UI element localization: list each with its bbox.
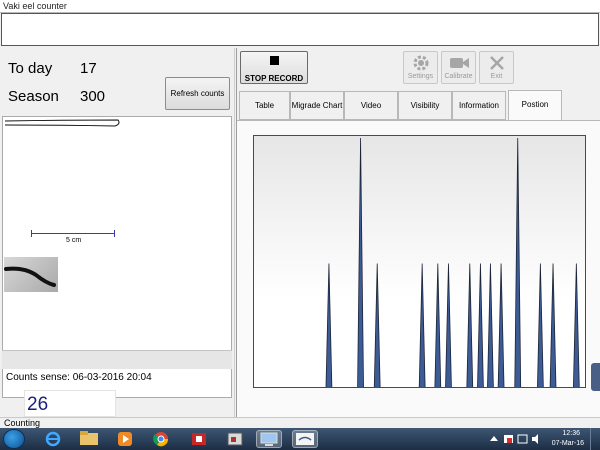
stop-record-label: STOP RECORD — [244, 74, 304, 83]
position-chart — [325, 137, 580, 387]
tab-postion[interactable]: Postion — [508, 90, 562, 121]
gear-icon — [413, 55, 428, 71]
chart-bar — [466, 263, 474, 387]
vaki-app-icon[interactable] — [292, 430, 318, 448]
window-title: Vaki eel counter — [0, 0, 600, 13]
eel-silhouette — [4, 119, 120, 127]
season-label: Season — [8, 88, 59, 105]
scale-bar-tick — [114, 230, 115, 237]
panel-divider — [2, 350, 232, 369]
scale-label: 5 cm — [66, 237, 82, 244]
network-app-icon[interactable] — [256, 430, 282, 448]
chart-bar — [497, 263, 505, 387]
red-app-icon[interactable] — [186, 430, 212, 448]
eel-thumbnail — [4, 257, 58, 292]
show-desktop-button[interactable] — [590, 428, 600, 450]
scale-bar-tick — [31, 230, 32, 237]
calibrate-label: Calibrate — [444, 73, 473, 80]
counts-sense-text: Counts sense: 06-03-2016 20:04 — [6, 372, 152, 383]
left-panel: To day 17 Season 300 Refresh counts 5 cm… — [0, 48, 235, 417]
right-panel: STOP RECORD Settings Calibrate Exit Tabl… — [236, 48, 600, 417]
internet-explorer-icon[interactable] — [40, 430, 66, 448]
chart-bar — [357, 137, 364, 387]
stop-icon — [269, 56, 279, 65]
tab-information[interactable]: Information — [452, 91, 506, 120]
refresh-counts-button[interactable]: Refresh counts — [165, 77, 230, 110]
settings-label: Settings — [407, 73, 434, 80]
settings-button[interactable]: Settings — [403, 51, 438, 84]
chart-bar — [445, 263, 452, 387]
chart-bar — [373, 263, 381, 387]
chart-bar — [537, 263, 544, 387]
today-label: To day — [8, 60, 53, 77]
tab-table[interactable]: Table — [239, 91, 290, 120]
current-count: 26 — [24, 390, 116, 417]
system-tray: 12:36 07-Mar-16 — [480, 428, 600, 450]
today-value: 17 — [80, 60, 97, 77]
tab-video[interactable]: Video — [344, 91, 398, 120]
clock-time: 12:36 — [562, 430, 580, 437]
file-explorer-icon[interactable] — [76, 430, 102, 448]
position-chart-plot — [253, 135, 586, 388]
start-button[interactable] — [3, 429, 25, 449]
scale-bar — [31, 233, 115, 234]
camera-icon — [449, 58, 469, 68]
chart-bar — [514, 137, 522, 387]
position-chart-area — [237, 120, 600, 417]
chart-bar — [418, 263, 426, 387]
window-app-icon[interactable] — [222, 430, 248, 448]
exit-label: Exit — [490, 73, 503, 80]
season-value: 300 — [80, 88, 106, 105]
chart-bar — [572, 263, 580, 387]
side-scroll-handle[interactable] — [591, 363, 600, 391]
chart-bar — [434, 263, 442, 387]
tray-icons[interactable] — [486, 428, 546, 450]
chart-bar — [487, 263, 494, 387]
tab-migrade-chart[interactable]: Migrade Chart — [290, 91, 344, 120]
media-player-icon[interactable] — [112, 430, 138, 448]
chrome-icon[interactable] — [148, 430, 174, 448]
windows-taskbar: 12:36 07-Mar-16 — [0, 428, 600, 450]
chart-bar — [325, 263, 333, 387]
tab-visibility[interactable]: Visibility — [398, 91, 452, 120]
eel-thumbnail-shape — [4, 266, 56, 287]
clock-date: 07-Mar-16 — [551, 440, 584, 447]
calibrate-button[interactable]: Calibrate — [441, 51, 476, 84]
top-toolbar-area — [1, 13, 599, 46]
chart-bar — [477, 263, 484, 387]
stop-record-button[interactable]: STOP RECORD — [240, 51, 308, 84]
exit-button[interactable]: Exit — [479, 51, 514, 84]
chart-bar — [549, 263, 557, 387]
close-icon — [489, 56, 504, 70]
status-bar: Counting — [0, 417, 600, 428]
